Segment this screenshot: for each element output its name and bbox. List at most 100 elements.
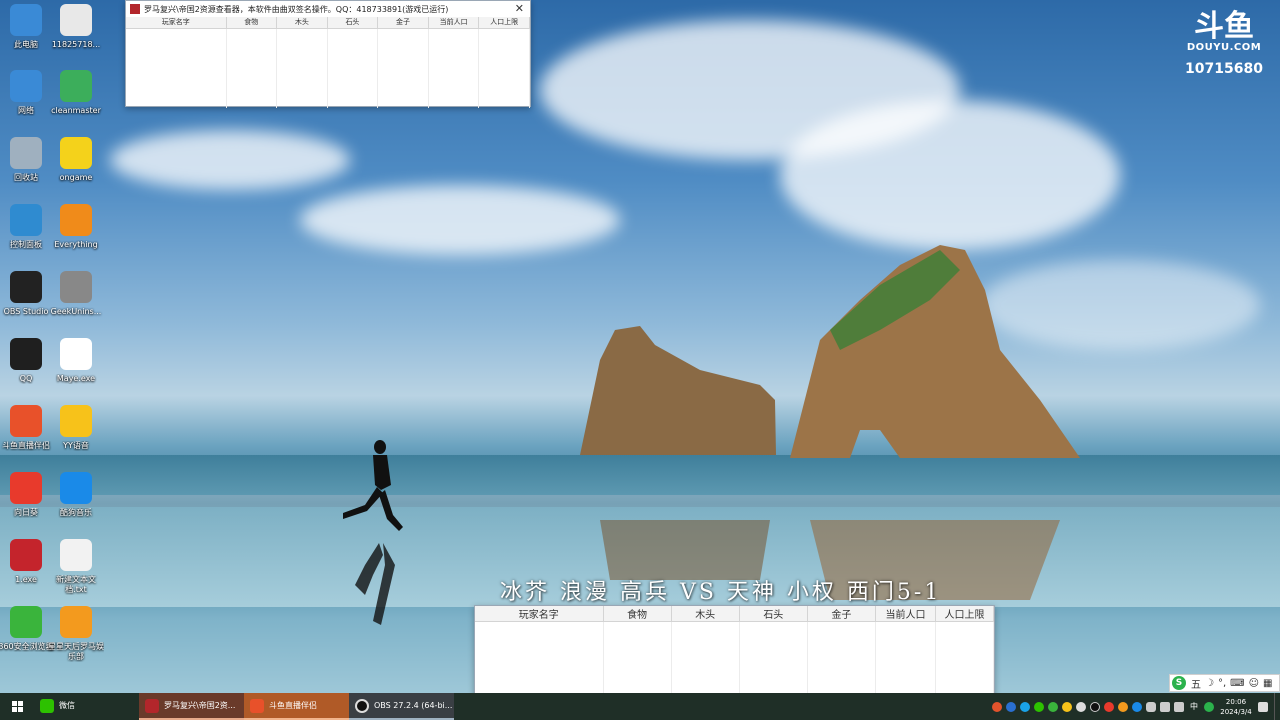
desktop-icon-label: 新建文本文档.txt (56, 575, 96, 594)
desktop-icon[interactable]: YY语音 (50, 405, 102, 469)
desktop-icon[interactable]: 1.exe (0, 539, 52, 603)
column-header-current-pop[interactable]: 当前人口 (428, 17, 480, 29)
moon-icon[interactable]: ☽ (1205, 678, 1214, 689)
volume-icon[interactable] (1174, 701, 1184, 712)
network-icon (10, 70, 42, 102)
tray-wechat-icon[interactable] (1034, 701, 1044, 712)
desktop-icon[interactable]: 星星天后罗马娱乐部 (48, 606, 104, 670)
microphone-icon[interactable] (1146, 701, 1156, 712)
desktop-icon-label: Everything (54, 240, 98, 249)
column-header-player-name[interactable]: 玩家名字 (475, 606, 604, 622)
douyu-companion-icon (250, 698, 264, 713)
column-header-pop-limit[interactable]: 人口上限 (478, 17, 530, 29)
yy-icon (60, 405, 92, 437)
desktop-icon[interactable]: 网络 (0, 70, 52, 134)
desktop-icon[interactable]: OBS Studio (0, 271, 52, 335)
column-header-current-pop[interactable]: 当前人口 (875, 606, 936, 622)
tray-app-icon[interactable] (1076, 701, 1086, 712)
column-header-gold[interactable]: 金子 (377, 17, 429, 29)
notification-icon[interactable] (1258, 701, 1268, 712)
column-header-player-name[interactable]: 玩家名字 (126, 17, 227, 29)
desktop-icon[interactable]: 控制面板 (0, 204, 52, 268)
desktop-icon[interactable]: 向日葵 (0, 472, 52, 536)
column-header-wood[interactable]: 木头 (276, 17, 328, 29)
recycle-bin-icon (10, 137, 42, 169)
desktop-icon[interactable]: 斗鱼直播伴侣 (0, 405, 52, 469)
tray-app-icon[interactable] (1062, 701, 1072, 712)
desktop-icon[interactable]: 11825718... (50, 4, 102, 68)
taskbar-item-resource-viewer[interactable]: 罗马复兴\帝国2资... (139, 693, 244, 720)
desktop-icon-label: 1.exe (15, 575, 37, 584)
ime-mode[interactable]: 五 (1191, 676, 1201, 691)
desktop-icon[interactable]: ongame (50, 137, 102, 201)
computer-icon (10, 4, 42, 36)
tray-app-icon[interactable] (1048, 701, 1058, 712)
document-icon (60, 4, 92, 36)
desktop-icon[interactable]: 新建文本文档.txt (50, 539, 102, 603)
desktop-icon[interactable]: QQ (0, 338, 52, 402)
qq-penguin-icon (10, 338, 42, 370)
douyu-watermark: 斗鱼 DOUYU.COM 10715680 (1184, 9, 1264, 78)
column-header-gold[interactable]: 金子 (807, 606, 877, 622)
punctuation-icon[interactable]: °, (1218, 678, 1226, 689)
desktop-icon[interactable]: cleanmaster (50, 70, 102, 134)
skin-icon[interactable]: ☺ (1249, 678, 1259, 689)
start-button[interactable] (0, 693, 34, 720)
taskbar-item-obs[interactable]: OBS 27.2.4 (64-bi... (349, 693, 454, 720)
clock-time: 20:06 (1225, 697, 1247, 706)
desktop-icon[interactable]: 酷狗音乐 (50, 472, 102, 536)
desktop-icon-label: 360安全浏览器 (0, 642, 54, 651)
sogou-logo-icon[interactable]: S (1172, 676, 1186, 690)
column-header-pop-limit[interactable]: 人口上限 (935, 606, 994, 622)
obs-icon (355, 698, 369, 713)
douyu-logo-icon: 斗鱼 (1194, 9, 1254, 44)
column-header-food[interactable]: 食物 (603, 606, 672, 622)
network-icon[interactable] (1160, 701, 1170, 712)
column-header-stone[interactable]: 石头 (739, 606, 808, 622)
tray-app-icon[interactable] (1006, 701, 1016, 712)
column-header-food[interactable]: 食物 (226, 17, 278, 29)
close-icon[interactable]: ✕ (515, 2, 524, 15)
geek-uninstaller-icon (60, 271, 92, 303)
tray-app-icon[interactable] (1020, 701, 1030, 712)
desktop-icon-label: 斗鱼直播伴侣 (2, 441, 50, 450)
tray-app-icon[interactable] (1132, 701, 1142, 712)
tray-app-icon[interactable] (1104, 701, 1114, 712)
taskbar-item-douyu[interactable]: 斗鱼直播伴侣 (244, 693, 349, 720)
mic-icon (60, 606, 92, 638)
resource-viewer-window-top[interactable]: 罗马复兴\帝国2资源查看器，本软件由曲双签名操作。QQ：418733891(游戏… (125, 0, 531, 108)
table-body (126, 28, 530, 108)
desktop-icon[interactable]: GeekUnins... (50, 271, 102, 335)
tray-app-icon[interactable] (992, 701, 1002, 712)
desktop-icon[interactable]: 360安全浏览器 (0, 606, 54, 670)
show-desktop-button[interactable] (1274, 693, 1280, 720)
desktop-icon-label: ongame (59, 173, 93, 182)
desktop-icon-label: 星星天后罗马娱乐部 (48, 642, 104, 661)
tray-obs-icon[interactable] (1090, 701, 1100, 712)
column-header-stone[interactable]: 石头 (327, 17, 379, 29)
taskbar-item-wechat[interactable]: 微信 (34, 693, 139, 720)
resource-viewer-titlebar[interactable]: 罗马复兴\帝国2资源查看器，本软件由曲双签名操作。QQ：418733891(游戏… (126, 1, 530, 17)
clock[interactable]: 20:06 2024/3/4 (1216, 697, 1256, 717)
resource-viewer-app-icon (130, 4, 140, 14)
desktop-icon-label: GeekUnins... (50, 307, 102, 316)
exe-icon (10, 539, 42, 571)
desktop-icon[interactable]: Everything (50, 204, 102, 268)
text-file-icon (60, 539, 92, 571)
desktop-icon[interactable]: Maye.exe (50, 338, 102, 402)
input-language-indicator[interactable]: 中 (1190, 701, 1198, 712)
desktop-icon[interactable]: 回收站 (0, 137, 52, 201)
wechat-icon (40, 698, 54, 713)
tray-app-icon[interactable] (1118, 701, 1128, 712)
desktop-icon-label: cleanmaster (51, 106, 101, 115)
keyboard-icon[interactable]: ⌨ (1230, 678, 1244, 689)
desktop-icon-label: 控制面板 (10, 240, 42, 249)
resource-table-top: 玩家名字 食物 木头 石头 金子 当前人口 人口上限 (126, 17, 530, 108)
sogou-tray-icon[interactable] (1204, 701, 1214, 712)
desktop-icon[interactable]: 此电脑 (0, 4, 52, 68)
taskbar: 微信 罗马复兴\帝国2资... 斗鱼直播伴侣 OBS 27.2.4 (64-bi… (0, 693, 1280, 720)
grid-icon[interactable]: ▦ (1263, 678, 1272, 689)
column-header-wood[interactable]: 木头 (671, 606, 740, 622)
desktop-icon-label: YY语音 (63, 441, 89, 450)
ime-toolbar[interactable]: S 五 ☽ °, ⌨ ☺ ▦ (1169, 674, 1280, 692)
